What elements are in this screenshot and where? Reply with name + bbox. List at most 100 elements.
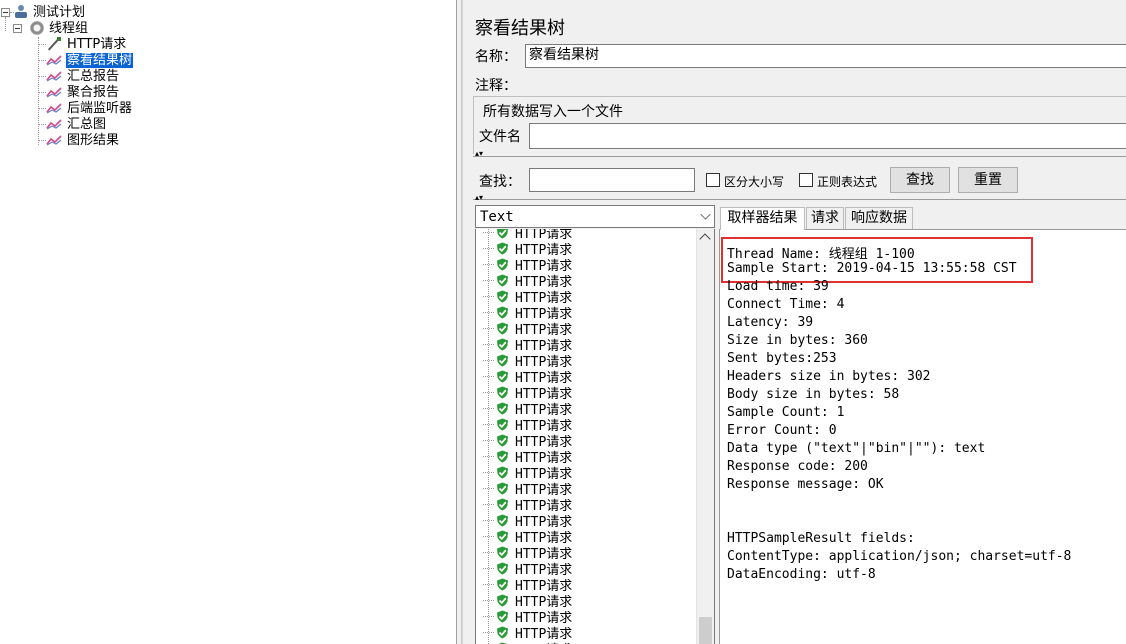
success-shield-icon <box>496 562 509 575</box>
search-input[interactable] <box>529 168 695 192</box>
success-shield-icon <box>496 546 509 559</box>
success-shield-icon <box>496 578 509 591</box>
result-line: Headers size in bytes: 302 <box>727 369 931 384</box>
listener-graph-icon <box>46 70 62 82</box>
result-line: Sample Count: 1 <box>727 405 845 420</box>
success-shield-icon <box>496 306 509 319</box>
result-line: HTTPSampleResult fields: <box>727 531 915 546</box>
success-shield-icon <box>496 229 509 239</box>
tree-node-label: 察看结果树 <box>66 52 134 68</box>
vertical-scrollbar[interactable] <box>696 229 714 644</box>
success-shield-icon <box>496 594 509 607</box>
filename-label: 文件名 <box>479 129 521 145</box>
result-line: Thread Name: 线程组 1-100 <box>727 247 915 262</box>
name-input[interactable]: 察看结果树 <box>525 44 1126 68</box>
success-shield-icon <box>496 450 509 463</box>
tree-node-child[interactable]: HTTP请求 <box>46 36 127 52</box>
tree-node-label: 测试计划 <box>33 4 86 20</box>
listener-graph-icon <box>46 54 62 66</box>
tree-node-child[interactable]: 汇总图 <box>46 116 107 132</box>
result-line: Sample Start: 2019-04-15 13:55:58 CST <box>727 261 1017 276</box>
tree-node-label: 线程组 <box>49 20 89 36</box>
case-sensitive-checkbox[interactable] <box>706 173 720 187</box>
success-shield-icon <box>496 530 509 543</box>
success-shield-icon <box>496 514 509 527</box>
regex-label: 正则表达式 <box>817 175 878 189</box>
success-shield-icon <box>496 354 509 367</box>
success-shield-icon <box>496 386 509 399</box>
tree-node-label: 汇总图 <box>67 116 107 132</box>
success-shield-icon <box>496 482 509 495</box>
tree-node-label: 图形结果 <box>67 132 120 148</box>
comment-label: 注释： <box>475 78 517 94</box>
result-line: Load time: 39 <box>727 279 829 294</box>
success-shield-icon <box>496 242 509 255</box>
name-label: 名称： <box>475 49 517 65</box>
regex-checkbox[interactable] <box>799 173 813 187</box>
tree-node-test-plan[interactable]: 测试计划 <box>14 4 86 20</box>
result-line: Connect Time: 4 <box>727 297 845 312</box>
chevron-down-icon <box>700 209 711 220</box>
renderer-select[interactable]: Text <box>475 205 715 228</box>
test-plan-tree[interactable]: 测试计划 线程组 HTTP请求 察看结果树 汇总报告 聚合报告 后端监听器 汇总图 图形结果 <box>0 0 456 644</box>
tree-node-child[interactable]: 汇总报告 <box>46 68 120 84</box>
result-line: Response code: 200 <box>727 459 868 474</box>
comment-input[interactable] <box>525 73 1126 93</box>
tree-node-child[interactable]: 图形结果 <box>46 132 120 148</box>
result-line: Latency: 39 <box>727 315 814 330</box>
reset-button[interactable]: 重置 <box>958 167 1018 193</box>
success-shield-icon <box>496 498 509 511</box>
result-line: DataEncoding: utf-8 <box>727 567 876 582</box>
success-shield-icon <box>496 402 509 415</box>
tree-node-label: 后端监听器 <box>67 100 133 116</box>
tab-response-data[interactable]: 响应数据 <box>845 207 913 229</box>
listener-graph-icon <box>46 102 62 114</box>
scrollbar-thumb[interactable] <box>699 617 712 644</box>
test-plan-icon <box>14 5 28 19</box>
collapse-arrows-icon[interactable]: ▴▾ <box>475 150 483 158</box>
find-button[interactable]: 查找 <box>890 167 950 193</box>
tree-node-thread-group[interactable]: 线程组 <box>30 20 89 36</box>
result-line: Data type ("text"|"bin"|""): text <box>727 441 986 456</box>
tree-node-child[interactable]: 后端监听器 <box>46 100 133 116</box>
success-shield-icon <box>496 626 509 639</box>
filename-input[interactable] <box>529 123 1126 149</box>
tab-sampler-result[interactable]: 取样器结果 <box>720 207 805 230</box>
result-line: Error Count: 0 <box>727 423 837 438</box>
write-to-file-title: 所有数据写入一个文件 <box>481 101 625 121</box>
success-shield-icon <box>496 322 509 335</box>
sampler-result-text[interactable]: Thread Name: 线程组 1-100 Sample Start: 2019… <box>719 229 1126 644</box>
success-shield-icon <box>496 338 509 351</box>
collapse-arrows-icon[interactable]: ▴▾ <box>475 194 483 202</box>
success-shield-icon <box>496 290 509 303</box>
success-shield-icon <box>496 434 509 447</box>
scroll-up-arrow-icon[interactable] <box>699 233 711 245</box>
success-shield-icon <box>496 274 509 287</box>
search-label: 查找： <box>479 174 521 190</box>
collapse-toggle-test-plan[interactable] <box>1 8 10 17</box>
sample-result-list[interactable]: HTTP请求 HTTP请求 HTTP请求 HTTP请求 HTTP请求 HTTP请求 HTTP… <box>475 229 715 644</box>
success-shield-icon <box>496 610 509 623</box>
result-line: Sent bytes:253 <box>727 351 837 366</box>
tree-node-child[interactable]: 聚合报告 <box>46 84 120 100</box>
result-line: ContentType: application/json; charset=u… <box>727 549 1072 564</box>
collapse-toggle-thread-group[interactable] <box>13 24 22 33</box>
tab-request[interactable]: 请求 <box>806 207 844 229</box>
renderer-selected-value: Text <box>480 209 514 225</box>
result-line: Body size in bytes: 58 <box>727 387 900 402</box>
listener-graph-icon <box>46 118 62 130</box>
case-sensitive-label: 区分大小写 <box>724 175 785 189</box>
list-item[interactable]: HTTP请求 <box>496 640 572 644</box>
list-item-label: HTTP请求 <box>515 639 572 644</box>
result-line: Response message: OK <box>727 477 884 492</box>
tree-node-label: 聚合报告 <box>67 84 120 100</box>
result-line: Size in bytes: 360 <box>727 333 868 348</box>
success-shield-icon <box>496 370 509 383</box>
listener-graph-icon <box>46 86 62 98</box>
http-sampler-icon <box>46 37 62 51</box>
tree-node-child[interactable]: 察看结果树 <box>46 52 134 68</box>
success-shield-icon <box>496 258 509 271</box>
panel-title: 察看结果树 <box>475 18 565 39</box>
thread-group-gear-icon <box>30 21 44 35</box>
tree-node-label: 汇总报告 <box>67 68 120 84</box>
